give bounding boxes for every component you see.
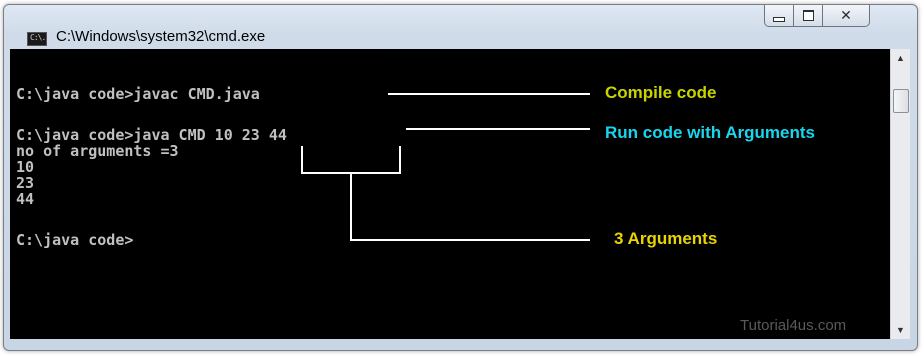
annotation-run-code: Run code with Arguments <box>605 123 815 142</box>
app-icon-label: C:\. <box>30 33 46 42</box>
close-icon: ✕ <box>840 7 852 23</box>
close-button[interactable]: ✕ <box>822 5 870 27</box>
args-bracket <box>301 146 401 174</box>
watermark: Tutorial4us.com <box>740 317 847 334</box>
minimize-icon <box>773 17 785 22</box>
annotation-connectors <box>301 93 590 241</box>
scroll-thumb[interactable] <box>893 89 909 113</box>
vertical-scrollbar[interactable]: ▲ ▼ <box>890 49 910 339</box>
annotation-compile-code: Compile code <box>605 83 717 102</box>
console-area[interactable]: C:\java code>javac CMD.java C:\java code… <box>10 49 890 339</box>
maximize-button[interactable] <box>793 5 823 27</box>
window-title: C:\Windows\system32\cmd.exe <box>56 28 266 45</box>
minimize-button[interactable] <box>764 5 794 27</box>
scroll-up-arrow-icon[interactable]: ▲ <box>891 49 910 67</box>
args-connector-line <box>350 173 590 241</box>
scroll-down-arrow-icon[interactable]: ▼ <box>891 321 910 339</box>
cmd-app-icon[interactable]: C:\. <box>27 32 47 46</box>
maximize-icon <box>802 10 814 21</box>
annotation-three-arguments: 3 Arguments <box>614 229 718 248</box>
cmd-window: C:\. C:\Windows\system32\cmd.exe ✕ C:\ja… <box>3 4 918 351</box>
